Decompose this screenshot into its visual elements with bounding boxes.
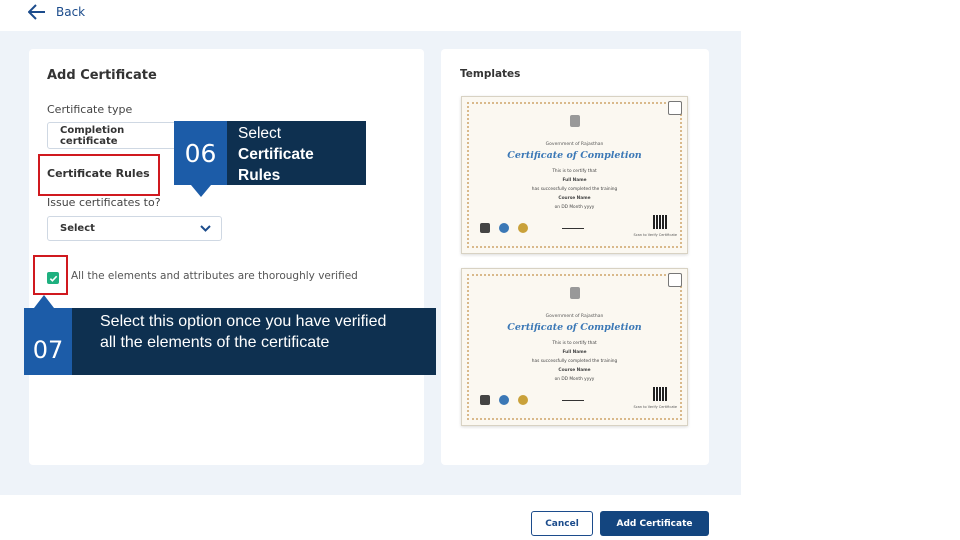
template-card-2[interactable]: Government of Rajasthan Certificate of C… bbox=[461, 268, 688, 426]
check-icon bbox=[49, 275, 57, 282]
step7-line2: all the elements of the certificate bbox=[100, 334, 330, 351]
cert-completed: has successfully completed the training bbox=[531, 187, 618, 192]
step7-line1: Select this option once you have verifie… bbox=[100, 313, 387, 330]
step6-text: Select Certificate Rules bbox=[238, 123, 314, 186]
form-title: Add Certificate bbox=[47, 68, 157, 83]
cert-certify: This is to certify that bbox=[552, 341, 597, 346]
cert-course: Course Name bbox=[558, 196, 591, 201]
qr-code-icon bbox=[653, 215, 667, 229]
cert-title: Certificate of Completion bbox=[507, 150, 642, 161]
signature bbox=[562, 393, 584, 401]
cert-certify: This is to certify that bbox=[552, 169, 597, 174]
chevron-down-icon bbox=[200, 225, 211, 232]
certificate-rules-heading: Certificate Rules bbox=[47, 167, 150, 180]
template-1-checkbox[interactable] bbox=[668, 101, 682, 115]
templates-title: Templates bbox=[460, 68, 521, 80]
verify-label: All the elements and attributes are thor… bbox=[71, 270, 358, 282]
issue-to-value: Select bbox=[60, 223, 95, 234]
back-label: Back bbox=[56, 5, 86, 19]
arrow-left-icon bbox=[28, 4, 45, 20]
step7-pointer bbox=[34, 295, 54, 308]
template-2-checkbox[interactable] bbox=[668, 273, 682, 287]
verify-checkbox[interactable] bbox=[47, 272, 59, 284]
issue-to-select[interactable]: Select bbox=[47, 216, 222, 241]
emblem-icon bbox=[569, 287, 580, 299]
signature bbox=[562, 221, 584, 229]
cert-completed: has successfully completed the training bbox=[531, 359, 618, 364]
template-card-1[interactable]: Government of Rajasthan Certificate of C… bbox=[461, 96, 688, 254]
cert-title: Certificate of Completion bbox=[507, 322, 642, 333]
cert-logos bbox=[480, 223, 528, 233]
cert-government: Government of Rajasthan bbox=[545, 314, 604, 319]
cert-scan-text: Scan to Verify Certificate bbox=[633, 405, 677, 409]
cert-scan-text: Scan to Verify Certificate bbox=[633, 233, 677, 237]
cert-course: Course Name bbox=[558, 368, 591, 373]
top-bar: Back bbox=[0, 0, 741, 31]
certificate-type-select[interactable]: Completion certificate bbox=[47, 122, 182, 149]
emblem-icon bbox=[569, 115, 580, 127]
certificate-type-value: Completion certificate bbox=[60, 124, 125, 147]
step7-number: 07 bbox=[24, 308, 72, 375]
cert-logos bbox=[480, 395, 528, 405]
seal-logo-icon bbox=[518, 395, 528, 405]
step6-line3: Rules bbox=[238, 167, 281, 184]
cert-name: Full Name bbox=[562, 178, 587, 183]
step6-pointer bbox=[191, 185, 211, 197]
cancel-button[interactable]: Cancel bbox=[531, 511, 593, 536]
back-button[interactable]: Back bbox=[28, 4, 85, 20]
seal-logo-icon bbox=[518, 223, 528, 233]
dept-logo-icon bbox=[499, 395, 509, 405]
add-certificate-screen: Back Add Certificate Certificate type Co… bbox=[0, 0, 960, 540]
step7-text: Select this option once you have verifie… bbox=[100, 311, 386, 353]
emblem-logo-icon bbox=[480, 223, 490, 233]
dept-logo-icon bbox=[499, 223, 509, 233]
qr-code-icon bbox=[653, 387, 667, 401]
emblem-logo-icon bbox=[480, 395, 490, 405]
cert-name: Full Name bbox=[562, 350, 587, 355]
cert-date: on DD Month yyyy bbox=[554, 377, 595, 382]
step6-number: 06 bbox=[174, 121, 227, 185]
issue-to-label: Issue certificates to? bbox=[47, 196, 161, 209]
cert-date: on DD Month yyyy bbox=[554, 205, 595, 210]
cert-government: Government of Rajasthan bbox=[545, 142, 604, 147]
step6-line1: Select bbox=[238, 125, 282, 142]
add-certificate-button[interactable]: Add Certificate bbox=[600, 511, 709, 536]
step6-line2: Certificate bbox=[238, 146, 314, 163]
certificate-type-label: Certificate type bbox=[47, 103, 133, 116]
